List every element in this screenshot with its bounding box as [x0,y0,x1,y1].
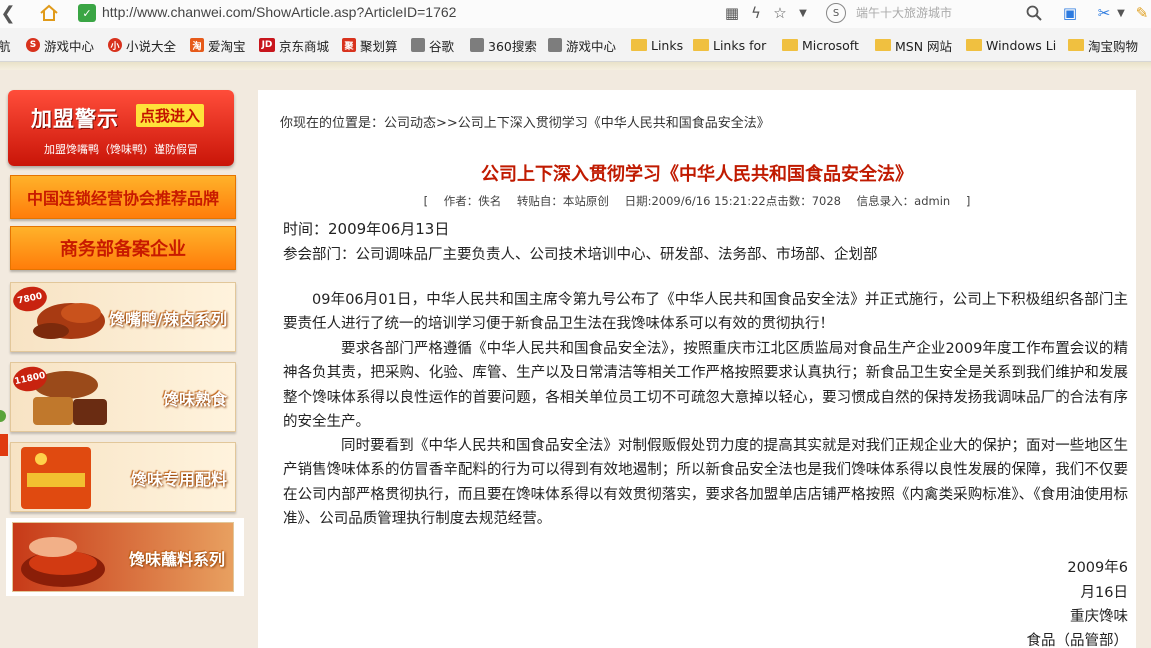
search-input[interactable] [856,4,1016,22]
enter-button[interactable]: 点我进入 [136,104,205,127]
product-label: 馋味专用配料 [130,470,227,489]
meta-editor: 信息录入：admin [856,194,951,208]
bookmark-folder[interactable]: Links [631,33,683,57]
bookmark-folder[interactable]: 淘宝购物 [1068,33,1138,57]
signature-line: 食品（品管部） [1026,633,1129,648]
pin-icon[interactable]: ✎ [1134,3,1150,23]
search-box: S [826,2,1048,24]
back-arrow-icon[interactable]: ❮ [0,2,16,24]
lightning-icon[interactable]: ϟ [747,3,765,23]
extension-icon[interactable]: ▣ [1060,3,1080,23]
signature-line: 重庆馋味 [1070,609,1128,625]
product-label: 馋嘴鸭/辣卤系列 [109,310,227,329]
article-title: 公司上下深入贯彻学习《中华人民共和国食品安全法》 [481,164,913,185]
home-icon[interactable] [38,2,60,24]
franchise-warning-title: 加盟警示 [31,107,119,131]
bookmark-item[interactable]: 淘爱淘宝 [190,33,246,57]
chevron-down-icon[interactable]: ▼ [797,3,809,23]
jd-icon: JD [259,38,275,52]
sauce-photo-icon [21,537,105,587]
game-center-icon: S [26,38,40,52]
search-icon[interactable] [1024,3,1044,23]
signature-line: 月16日 [1080,585,1128,601]
folder-icon [1068,39,1084,51]
franchise-warning-subtitle: 加盟馋嘴鸭（馋味鸭）谨防假冒 [44,143,198,156]
qr-grid-icon[interactable]: ▦ [722,3,742,23]
address-bar-row: ❮ ✓ http://www.chanwei.com/ShowArticle.a… [0,0,1151,28]
franchise-warning-banner[interactable]: 加盟警示 点我进入 加盟馋嘴鸭（馋味鸭）谨防假冒 [8,90,234,166]
page-icon [411,38,425,52]
taobao-icon: 淘 [190,38,204,52]
search-engine-icon[interactable]: S [826,3,846,23]
product-label: 馋味熟食 [162,390,227,409]
meta-views: 点击数：7028 [765,194,842,208]
product-card-sauce[interactable]: 馋味蘸料系列 [6,518,244,596]
bookmark-item[interactable]: 谷歌 [411,33,454,57]
bookmark-item[interactable]: S 游戏中心 [26,33,94,57]
chevron-down-icon[interactable]: ▼ [1116,3,1126,23]
bookmark-star-icon[interactable]: ☆ [770,3,790,23]
product-label: 馋味蘸料系列 [128,550,225,569]
bookmark-item[interactable]: 航 [0,33,11,57]
page-icon [470,38,484,52]
page-banner-strip [0,62,1151,70]
scissors-icon[interactable]: ✂ [1094,3,1114,23]
attending-departments: 参会部门：公司调味品厂主要负责人、公司技术培训中心、研发部、法务部、市场部、企划… [283,247,878,263]
bookmark-folder[interactable]: MSN 网站 [875,33,952,57]
article-paragraph: 09年06月01日，中华人民共和国主席令第九号公布了《中华人民共和国食品安全法》… [283,292,1128,333]
folder-icon [782,39,798,51]
breadcrumb[interactable]: 你现在的位置是：公司动态>>公司上下深入贯彻学习《中华人民共和国食品安全法》 [280,112,770,131]
folder-icon [966,39,982,51]
meta-date: 日期:2009/6/16 15:21:22 [624,194,766,208]
article-paragraph: 同时要看到《中华人民共和国食品安全法》对制假贩假处罚力度的提高其实就是对我们正规… [283,438,1128,527]
juhuasuan-icon: 聚 [342,38,356,52]
bookmark-folder[interactable]: Windows Li [966,33,1056,57]
page-icon [548,38,562,52]
signature-line: 2009年6 [1067,560,1128,576]
product-card-spice[interactable]: 馋味专用配料 [10,442,236,512]
meta-close-bracket: ] [965,194,971,208]
bookmarks-bar: 航 S 游戏中心 小小说大全 淘爱淘宝 JD 京东商城 聚聚划算 谷歌 360搜索 … [0,33,1151,57]
meeting-time: 时间：2009年06月13日 [283,220,450,238]
folder-icon [693,39,709,51]
page-right-margin [1136,90,1151,648]
sauce-card-frame: 馋味蘸料系列 [12,522,234,592]
article-meta: [ 作者：佚名 转贴自：本站原创 日期:2009/6/16 15:21:22点击… [258,193,1136,209]
url-field[interactable]: http://www.chanwei.com/ShowArticle.asp?A… [102,4,456,20]
novel-icon: 小 [108,38,122,52]
folder-icon [631,39,647,51]
meta-open-bracket: [ [423,194,429,208]
secure-shield-icon[interactable]: ✓ [78,4,96,22]
bookmark-item[interactable]: JD 京东商城 [259,33,329,57]
browser-chrome: ❮ ✓ http://www.chanwei.com/ShowArticle.a… [0,0,1151,62]
bookmark-item[interactable]: 游戏中心 [548,33,616,57]
bookmark-folder[interactable]: Microsoft [782,33,859,57]
meta-author: 作者：佚名 [443,194,502,208]
folder-icon [875,39,891,51]
spice-bag-photo-icon [21,447,91,509]
product-card-duck[interactable]: 7800 馋嘴鸭/辣卤系列 [10,282,236,352]
meta-source: 转贴自：本站原创 [516,194,609,208]
bookmark-item[interactable]: 360搜索 [470,33,537,57]
article-paragraph: 要求各部门严格遵循《中华人民共和国食品安全法》，按照重庆市江北区质监局对食品生产… [283,341,1128,430]
left-edge-decoration-icon [0,410,8,456]
chain-brand-button[interactable]: 中国连锁经营协会推荐品牌 [10,175,236,219]
bookmark-item[interactable]: 小小说大全 [108,33,176,57]
article-panel: 你现在的位置是：公司动态>>公司上下深入贯彻学习《中华人民共和国食品安全法》 公… [258,90,1136,648]
bookmark-item[interactable]: 聚聚划算 [342,33,398,57]
product-card-cooked[interactable]: 11800 馋味熟食 [10,362,236,432]
bookmark-folder[interactable]: Links for [693,33,766,57]
commerce-registered-button[interactable]: 商务部备案企业 [10,226,236,270]
